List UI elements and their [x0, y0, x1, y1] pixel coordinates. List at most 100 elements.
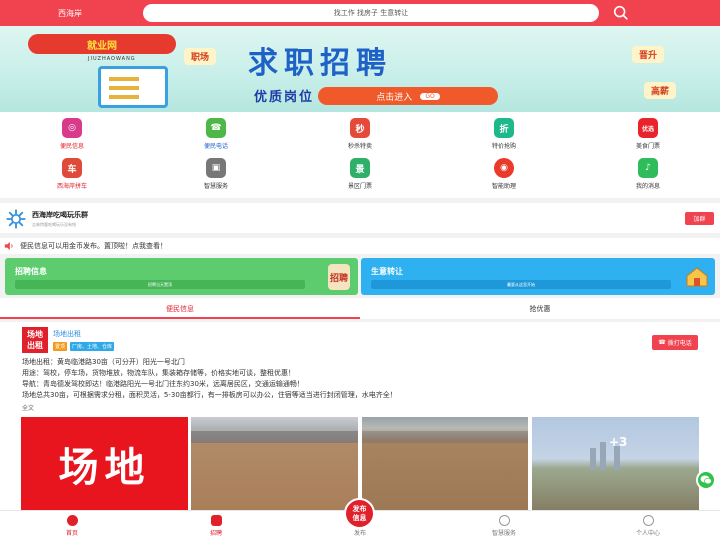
content-tabs: 便民信息 抢优惠 — [0, 298, 720, 319]
grid-item-label: 智能助理 — [491, 183, 516, 190]
transfer-card-button[interactable]: 暑夏从这里开始 — [371, 280, 671, 289]
post-line: 场地总共30亩，可根据需求分租，面积灵活，5-30亩都行，有一排板房可以办公，住… — [22, 391, 397, 399]
home-icon — [66, 515, 78, 526]
grid-item-my-messages[interactable]: ♪ 我的消息 — [618, 158, 678, 190]
avatar-line1: 场地 — [27, 330, 43, 339]
call-button[interactable]: ☎ 拨打电话 — [652, 335, 698, 350]
grid-item-convenience-phone[interactable]: ☎ 便民电话 — [186, 118, 246, 150]
post-title[interactable]: 场地出租 — [53, 329, 81, 339]
banner-headline: 求职招聘 — [248, 46, 392, 81]
gear-icon — [6, 209, 26, 229]
car-icon: 车 — [62, 158, 82, 178]
post-photo-3[interactable] — [362, 417, 528, 510]
post-photo-4[interactable]: +3 — [532, 417, 699, 510]
grid-item-food-tickets[interactable]: 优选 美食门票 — [618, 118, 678, 150]
grid-item-label: 便民电话 — [203, 143, 228, 150]
notice-text: 便民信息可以用金币发布。置顶啦！点我查看！ — [20, 242, 167, 250]
photo-building — [614, 446, 620, 470]
recruit-card-title: 招聘信息 — [15, 267, 47, 276]
post-line: 场地出租：黄岛临港路30亩（可分开）阳光一号北门 — [22, 358, 185, 366]
city-selector[interactable]: 西海岸 — [0, 8, 140, 19]
post-badges: 置顶 厂房、土地、仓库 — [53, 342, 115, 351]
banner-enter-button[interactable]: 点击进入 GO — [318, 87, 498, 105]
search-icon[interactable] — [612, 4, 630, 22]
transfer-card-title: 生意转让 — [371, 267, 403, 276]
avatar-line2: 出租 — [27, 341, 43, 350]
more-photos-count: +3 — [609, 435, 628, 449]
grid-item-label: 秒杀特卖 — [347, 143, 372, 150]
join-group-button[interactable]: 加群 — [685, 212, 714, 225]
top-bar: 西海岸 找工作 找房子 生意转让 — [0, 0, 720, 26]
phone-icon: ☎ — [658, 339, 666, 346]
grid-item-label: 智慧服务 — [203, 183, 228, 190]
grid-item-carpool[interactable]: 车 西海岸拼车 — [42, 158, 102, 190]
category-badge: 厂房、土地、仓库 — [70, 342, 115, 351]
user-icon — [642, 515, 654, 526]
assistant-icon: ◉ — [494, 158, 514, 178]
nav-profile[interactable]: 个人中心 — [576, 511, 720, 540]
scenic-icon: 景 — [350, 158, 370, 178]
flash-sale-icon: 秒 — [350, 118, 370, 138]
nav-label: 招聘 — [209, 530, 222, 537]
notice-bar[interactable]: 便民信息可以用金币发布。置顶啦！点我查看！ — [0, 238, 720, 254]
job-board-illustration — [98, 66, 168, 108]
service-grid: ◎ 便民信息 ☎ 便民电话 秒 秒杀特卖 折 特价抢购 优选 美食门票 车 西海… — [0, 112, 720, 198]
grid-item-smart-assistant[interactable]: ◉ 智能助理 — [474, 158, 534, 190]
speaker-icon — [4, 241, 13, 251]
nav-home[interactable]: 首页 — [0, 511, 144, 540]
grid-item-special-offer[interactable]: 折 特价抢购 — [474, 118, 534, 150]
house-icon — [686, 267, 708, 287]
gear-icon — [498, 515, 510, 526]
grid-item-label: 便民信息 — [59, 143, 84, 150]
search-input[interactable]: 找工作 找房子 生意转让 — [143, 4, 599, 22]
nav-smart-service[interactable]: 智慧服务 — [432, 511, 576, 540]
top-badge: 置顶 — [53, 342, 68, 351]
photo-wall — [362, 431, 528, 443]
site-logo-subtext: JIUZHAOWANG — [88, 56, 136, 62]
business-transfer-card[interactable]: 生意转让 暑夏从这里开始 — [361, 258, 715, 295]
nav-label: 发布 — [353, 530, 366, 537]
post-item[interactable]: 场地 出租 场地出租 置顶 厂房、土地、仓库 ☎ 拨打电话 场地出租：黄岛临港路… — [0, 322, 720, 510]
grid-item-smart-service[interactable]: ▣ 智慧服务 — [186, 158, 246, 190]
wechat-float-icon[interactable] — [696, 470, 716, 490]
food-ticket-icon: 优选 — [638, 118, 658, 138]
post-body: 场地出租：黄岛临港路30亩（可分开）阳光一号北门 用途：驾校，停车场，货物堆放，… — [22, 357, 397, 401]
post-photo-1[interactable]: 场地 — [21, 417, 188, 510]
group-description: 吉林特惠吃喝玩乐没有钱 — [32, 222, 76, 227]
grid-item-label: 美食门票 — [635, 143, 660, 150]
recruit-info-card[interactable]: 招聘信息 招聘当天置顶 招聘 — [5, 258, 358, 295]
phone-icon: ☎ — [206, 118, 226, 138]
photo-building — [590, 448, 596, 470]
publish-line2: 信息 — [352, 514, 367, 522]
publish-button[interactable]: 发布 信息 — [344, 498, 375, 529]
grid-item-convenience-info[interactable]: ◎ 便民信息 — [42, 118, 102, 150]
nav-recruit[interactable]: 招聘 — [144, 511, 288, 540]
recruit-banner[interactable]: 就业网 JIUZHAOWANG 职场 晋升 高薪 求职招聘 优质岗位 海量人才 … — [0, 26, 720, 112]
grid-item-label: 西海岸拼车 — [56, 183, 87, 190]
banner-enter-label: 点击进入 — [376, 92, 413, 103]
grid-item-flash-sale[interactable]: 秒 秒杀特卖 — [330, 118, 390, 150]
tab-convenience-info[interactable]: 便民信息 — [0, 298, 360, 319]
avatar: 场地 出租 — [22, 327, 48, 353]
tab-grab-deals[interactable]: 抢优惠 — [360, 298, 720, 319]
nav-label: 首页 — [65, 530, 78, 537]
post-photo-2[interactable] — [191, 417, 358, 510]
post-line: 用途：驾校，停车场，货物堆放，物流车队，集装箱存储等，价格实地可谈，整租优惠！ — [22, 369, 295, 377]
recruit-card-button[interactable]: 招聘当天置顶 — [15, 280, 305, 289]
publish-line1: 发布 — [352, 505, 367, 513]
group-name: 西海岸吃喝玩乐群 — [32, 211, 88, 219]
banner-tag-workplace: 职场 — [184, 48, 217, 65]
nav-label: 个人中心 — [635, 530, 660, 537]
app-root: 西海岸 找工作 找房子 生意转让 就业网 JIUZHAOWANG 职场 晋升 高… — [0, 0, 720, 540]
nav-label: 智慧服务 — [491, 530, 516, 537]
grid-item-label: 景区门票 — [347, 183, 372, 190]
chat-bubble-icon — [700, 475, 712, 485]
discount-icon: 折 — [494, 118, 514, 138]
full-text-link[interactable]: 全文 — [22, 403, 34, 412]
site-logo: 就业网 — [28, 34, 176, 54]
bell-icon: ♪ — [638, 158, 658, 178]
photo-wall — [191, 431, 358, 443]
group-row[interactable]: 西海岸吃喝玩乐群 吉林特惠吃喝玩乐没有钱 加群 — [0, 203, 720, 233]
banner-tag-promotion: 晋升 — [632, 46, 665, 63]
grid-item-scenic-tickets[interactable]: 景 景区门票 — [330, 158, 390, 190]
